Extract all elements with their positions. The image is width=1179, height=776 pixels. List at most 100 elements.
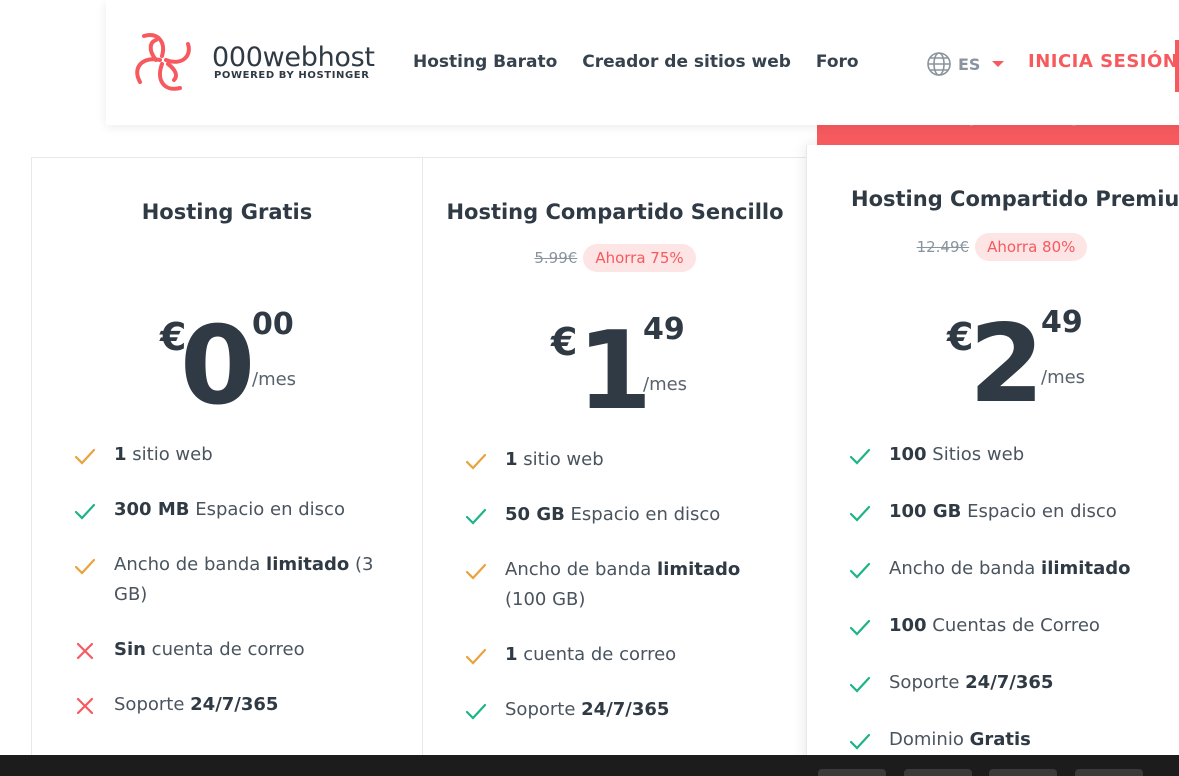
- check-icon: [74, 558, 96, 575]
- plan-title: Hosting Compartido Premium: [851, 187, 1179, 211]
- feature-item: 100 GB Espacio en disco: [849, 497, 1179, 527]
- check-icon: [74, 448, 96, 465]
- old-price: 12.49€: [916, 238, 970, 256]
- nav-website-builder[interactable]: Creador de sitios web: [582, 52, 791, 72]
- language-selector[interactable]: ES: [926, 51, 1005, 77]
- old-price: 5.99€: [534, 249, 578, 267]
- feature-text: Cuentas de Correo: [926, 615, 1100, 636]
- check-icon: [849, 505, 871, 522]
- feature-text: Ancho de banda: [505, 559, 658, 580]
- brand-tagline: POWERED BY HOSTINGER: [214, 70, 370, 81]
- feature-highlight: 1: [114, 444, 127, 465]
- feature-highlight: 100: [889, 444, 927, 465]
- feature-item: 50 GB Espacio en disco: [465, 500, 770, 530]
- feature-text: Espacio en disco: [564, 504, 721, 525]
- check-icon: [849, 733, 871, 750]
- globe-icon: [927, 52, 951, 76]
- feature-item: 100 Sitios web: [849, 440, 1179, 470]
- feature-item: Ancho de banda limitado (3 GB): [74, 550, 374, 610]
- nav-hosting-barato[interactable]: Hosting Barato: [413, 52, 557, 72]
- feature-text: Soporte: [114, 694, 191, 715]
- price-cents: 00: [252, 307, 294, 342]
- feature-highlight: Sin: [114, 639, 146, 660]
- taskbar-item[interactable]: [989, 769, 1057, 776]
- feature-text: Sitios web: [926, 444, 1025, 465]
- feature-highlight: 24/7/365: [581, 699, 670, 720]
- main-nav: Hosting Barato Creador de sitios web For…: [413, 52, 884, 72]
- feature-highlight: limitado: [266, 554, 350, 575]
- feature-item: 1 sitio web: [465, 445, 770, 475]
- feature-highlight: 1: [505, 644, 518, 665]
- price-period: /mes: [1041, 367, 1086, 388]
- check-icon: [465, 563, 487, 580]
- feature-highlight: 100 GB: [889, 501, 962, 522]
- discount-row: 12.49€ Ahorra 80%: [802, 233, 1179, 261]
- check-icon: [465, 703, 487, 720]
- plan-title: Hosting Gratis: [141, 200, 313, 224]
- login-button[interactable]: INICIA SESIÓN: [1028, 51, 1178, 72]
- plan-card-single: Hosting Compartido Sencillo 5.99€ Ahorra…: [422, 157, 808, 776]
- check-icon: [849, 448, 871, 465]
- feature-text: cuenta de correo: [517, 644, 677, 665]
- taskbar-item[interactable]: [904, 769, 972, 776]
- feature-item: Soporte 24/7/365: [74, 690, 374, 720]
- feature-highlight: Gratis: [969, 729, 1031, 750]
- feature-item: Dominio Gratis: [849, 725, 1179, 755]
- language-code: ES: [958, 54, 981, 74]
- taskbar: [0, 755, 1179, 776]
- feature-item: 300 MB Espacio en disco: [74, 495, 374, 525]
- feature-text: (100 GB): [505, 589, 586, 610]
- feature-text: Espacio en disco: [189, 499, 345, 520]
- feature-text: Ancho de banda: [114, 554, 267, 575]
- plan-title: Hosting Compartido Sencillo: [446, 200, 784, 224]
- check-icon: [74, 503, 96, 520]
- save-badge: Ahorra 75%: [583, 244, 696, 272]
- plan-price: € 1 49 /mes: [551, 308, 701, 426]
- feature-text: sitio web: [517, 449, 604, 470]
- brand-logo[interactable]: 000webhost POWERED BY HOSTINGER: [130, 30, 375, 100]
- price-amount: 2: [969, 302, 1045, 427]
- feature-highlight: 100: [889, 615, 927, 636]
- cross-icon: [76, 642, 94, 660]
- feature-text: Espacio en disco: [961, 501, 1117, 522]
- feature-text: Dominio: [889, 729, 970, 750]
- feature-item: 1 cuenta de correo: [465, 640, 770, 670]
- price-cents: 49: [1041, 305, 1083, 340]
- brand-name: 000webhost: [212, 42, 375, 73]
- check-icon: [465, 508, 487, 525]
- discount-row: 5.99€ Ahorra 75%: [423, 244, 807, 272]
- feature-item: Ancho de banda ilimitado: [849, 554, 1179, 584]
- feature-item: Ancho de banda limitado (100 GB): [465, 555, 770, 615]
- chevron-down-icon: [992, 61, 1005, 67]
- taskbar-item[interactable]: [818, 769, 886, 776]
- nav-forum[interactable]: Foro: [816, 52, 859, 72]
- price-period: /mes: [252, 369, 297, 390]
- taskbar-item[interactable]: [1075, 769, 1143, 776]
- feature-text: Soporte: [505, 699, 582, 720]
- plan-card-premium: Hosting Compartido Premium 12.49€ Ahorra…: [806, 145, 1179, 776]
- price-cents: 49: [643, 312, 685, 347]
- logo-swirl-icon: [135, 33, 191, 91]
- feature-text: Soporte: [889, 672, 966, 693]
- check-icon: [465, 453, 487, 470]
- check-icon: [465, 648, 487, 665]
- feature-highlight: limitado: [657, 559, 741, 580]
- cta-button-edge[interactable]: [1175, 40, 1179, 92]
- price-period: /mes: [643, 374, 688, 395]
- check-icon: [849, 562, 871, 579]
- plan-price: € 0 00 /mes: [160, 303, 310, 421]
- feature-highlight: 24/7/365: [965, 672, 1054, 693]
- feature-highlight: 50 GB: [505, 504, 565, 525]
- check-icon: [849, 619, 871, 636]
- site-header: 000webhost POWERED BY HOSTINGER Hosting …: [106, 0, 1179, 125]
- feature-item: 100 Cuentas de Correo: [849, 611, 1179, 641]
- cross-icon: [76, 697, 94, 715]
- feature-highlight: 24/7/365: [190, 694, 279, 715]
- feature-item: Soporte 24/7/365: [465, 695, 770, 725]
- save-badge: Ahorra 80%: [975, 233, 1088, 261]
- feature-item: Sin cuenta de correo: [74, 635, 374, 665]
- feature-highlight: ilimitado: [1041, 558, 1131, 579]
- price-currency: €: [551, 320, 578, 364]
- feature-item: Soporte 24/7/365: [849, 668, 1179, 698]
- feature-highlight: 1: [505, 449, 518, 470]
